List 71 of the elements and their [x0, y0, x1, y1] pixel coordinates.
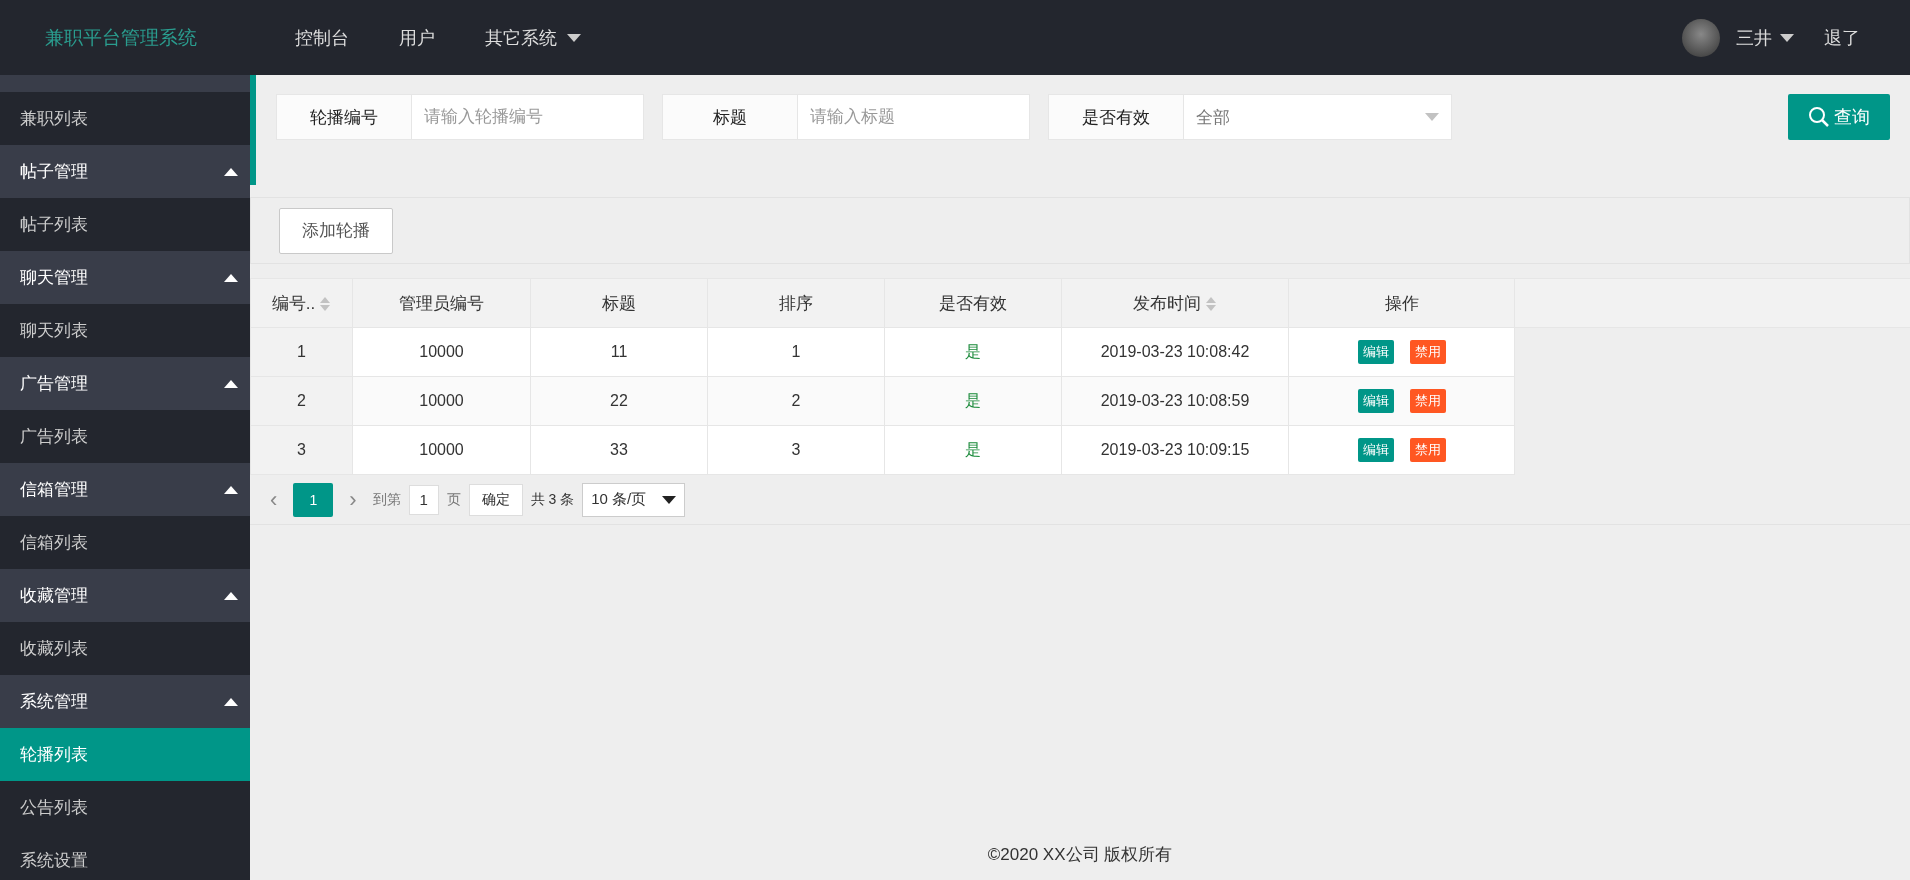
add-button[interactable]: 添加轮播	[279, 207, 393, 254]
column-header: 是否有效	[884, 278, 1062, 328]
copyright-text: ©2020 XX公司 版权所有	[986, 844, 1174, 866]
column-header: 标题	[530, 278, 708, 328]
table-cell: 33	[530, 425, 708, 475]
total-count: 共 3 条	[530, 490, 575, 509]
caret-icon	[662, 495, 677, 504]
sidebar-item[interactable]: 广告列表	[0, 410, 250, 463]
sort-icon[interactable]	[319, 296, 332, 312]
table-cell: 10000	[352, 376, 531, 426]
search-icon	[1808, 106, 1830, 128]
goto-label: 到第	[372, 490, 401, 509]
sidebar-item[interactable]: 兼职列表	[0, 92, 250, 145]
group-label: 广告管理	[20, 373, 88, 395]
nav-link[interactable]: 控制台	[270, 25, 374, 50]
table-cell: 2019-03-23 10:08:42	[1061, 327, 1289, 377]
page-unit-label: 页	[446, 490, 461, 509]
sidebar-item[interactable]: 收藏列表	[0, 622, 250, 675]
select-field[interactable]: 全部	[1184, 94, 1452, 140]
valid-text: 是	[965, 391, 981, 409]
table-cell: 1	[250, 327, 353, 377]
filter-label: 轮播编号	[276, 94, 412, 140]
table-cell: 10000	[352, 327, 531, 377]
group-label: 帖子管理	[20, 161, 88, 183]
table-cell: 3	[250, 425, 353, 475]
sidebar-item[interactable]: 轮播列表	[0, 728, 250, 781]
edit-button[interactable]: 编辑	[1357, 340, 1394, 364]
table-cell: 2019-03-23 10:09:15	[1061, 425, 1289, 475]
nav-link[interactable]: 其它系统	[460, 25, 606, 50]
sidebar-item[interactable]: 信箱列表	[0, 516, 250, 569]
column-header: 排序	[707, 278, 885, 328]
column-header[interactable]: 编号..	[250, 278, 353, 328]
group-label: 收藏管理	[20, 585, 88, 607]
page-input[interactable]: 1	[408, 484, 439, 515]
column-header: 操作	[1288, 278, 1515, 328]
column-header: 管理员编号	[352, 278, 531, 328]
valid-text: 是	[965, 342, 981, 360]
valid-text: 是	[965, 440, 981, 458]
sidebar-item[interactable]: 系统设置	[0, 834, 250, 880]
search-button[interactable]: 查询	[1788, 94, 1890, 140]
table-cell: 10000	[352, 425, 531, 475]
logout-link[interactable]: 退了	[1824, 25, 1860, 50]
input-field[interactable]: 请输入轮播编号	[412, 94, 644, 140]
nav-link[interactable]: 用户	[374, 25, 460, 50]
app-logo: 兼职平台管理系统	[44, 25, 198, 50]
filter-label: 标题	[662, 94, 798, 140]
group-label: 系统管理	[20, 691, 88, 713]
sort-icon[interactable]	[1205, 296, 1217, 312]
table-cell: 11	[530, 327, 708, 377]
page-button[interactable]: 1	[293, 482, 334, 517]
user-menu[interactable]: 三井	[1736, 25, 1794, 50]
input-field[interactable]: 请输入标题	[798, 94, 1030, 140]
page-size-select[interactable]: 10 条/页	[582, 482, 686, 517]
table-cell: 2	[707, 376, 885, 426]
sidebar-item[interactable]: 聊天列表	[0, 304, 250, 357]
table-cell: 3	[707, 425, 885, 475]
confirm-button[interactable]: 确定	[468, 483, 523, 516]
edit-button[interactable]: 编辑	[1357, 438, 1394, 462]
caret-icon	[1425, 113, 1439, 121]
table-cell: 1	[707, 327, 885, 377]
column-header[interactable]: 发布时间	[1061, 278, 1289, 328]
table-cell: 2	[250, 376, 353, 426]
table-cell: 2019-03-23 10:08:59	[1061, 376, 1289, 426]
avatar	[1682, 18, 1720, 57]
sidebar-item[interactable]: 公告列表	[0, 781, 250, 834]
group-label: 聊天管理	[20, 267, 88, 289]
group-label: 信箱管理	[20, 479, 88, 501]
table-cell: 22	[530, 376, 708, 426]
filter-label: 是否有效	[1048, 94, 1184, 140]
sidebar-item[interactable]: 帖子列表	[0, 198, 250, 251]
edit-button[interactable]: 编辑	[1357, 389, 1394, 413]
